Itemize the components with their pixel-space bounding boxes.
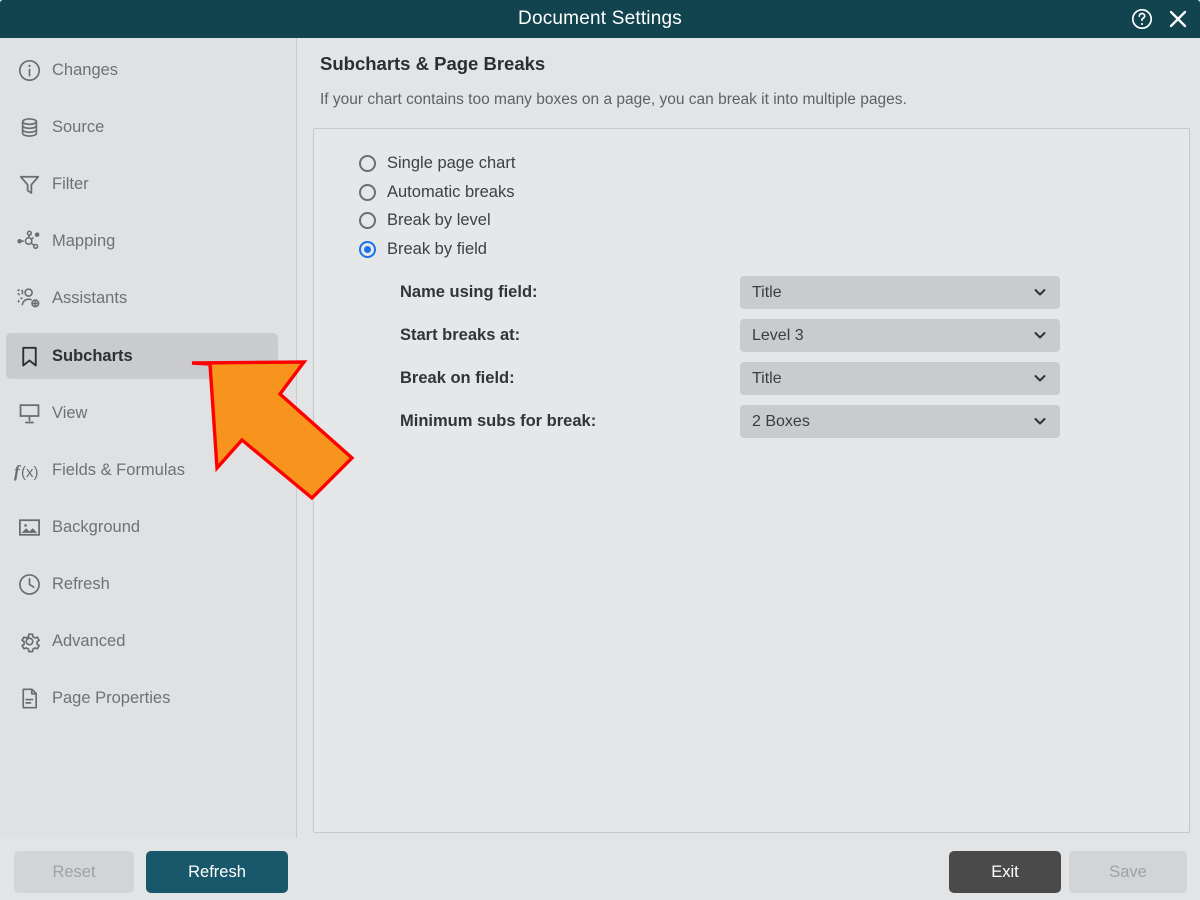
section-heading: Subcharts & Page Breaks xyxy=(320,53,546,74)
dropdown-value: Title xyxy=(752,283,782,301)
sidebar-item-filter[interactable]: Filter xyxy=(6,161,278,207)
radio-single-page-chart[interactable]: Single page chart xyxy=(359,154,515,173)
bookmark-icon xyxy=(6,344,52,369)
field-label: Name using field: xyxy=(400,283,538,301)
start-breaks-at-dropdown[interactable]: Level 3 xyxy=(740,319,1060,352)
radio-automatic-breaks[interactable]: Automatic breaks xyxy=(359,183,514,202)
sidebar-item-refresh[interactable]: Refresh xyxy=(6,561,278,607)
radio-circle-icon xyxy=(359,155,376,172)
chevron-down-icon xyxy=(1033,328,1047,342)
title-bar: Document Settings xyxy=(0,0,1200,38)
dropdown-value: Title xyxy=(752,369,782,387)
clock-icon xyxy=(6,572,52,597)
name-using-field-dropdown[interactable]: Title xyxy=(740,276,1060,309)
database-icon xyxy=(6,115,52,140)
main-content: Subcharts & Page Breaks If your chart co… xyxy=(298,38,1200,838)
close-icon[interactable] xyxy=(1166,7,1190,31)
sidebar-item-label: Source xyxy=(52,117,105,136)
help-circle-icon[interactable] xyxy=(1130,7,1154,31)
radio-label: Single page chart xyxy=(387,154,516,172)
sidebar-item-label: Page Properties xyxy=(52,688,171,707)
sidebar-item-changes[interactable]: Changes xyxy=(6,47,278,93)
title-bar-actions xyxy=(1130,0,1190,38)
sidebar: Changes Source Filter Mapping Assistants… xyxy=(0,38,297,838)
radio-label: Automatic breaks xyxy=(387,183,515,201)
field-row-name-using-field: Name using field: Title xyxy=(314,276,1191,310)
chevron-down-icon xyxy=(1033,371,1047,385)
sidebar-item-label: Fields & Formulas xyxy=(52,460,185,479)
info-circle-icon xyxy=(6,58,52,83)
radio-label: Break by level xyxy=(387,211,491,229)
field-row-break-on-field: Break on field: Title xyxy=(314,362,1191,396)
break-on-field-dropdown[interactable]: Title xyxy=(740,362,1060,395)
document-icon xyxy=(6,686,52,711)
radio-break-by-level[interactable]: Break by level xyxy=(359,211,491,230)
field-row-start-breaks-at: Start breaks at: Level 3 xyxy=(314,319,1191,353)
dropdown-value: 2 Boxes xyxy=(752,412,810,430)
gear-icon xyxy=(6,629,52,654)
users-add-icon xyxy=(6,285,52,311)
section-subtitle: If your chart contains too many boxes on… xyxy=(320,91,907,108)
sidebar-item-mapping[interactable]: Mapping xyxy=(6,218,278,264)
radio-circle-icon xyxy=(359,212,376,229)
radio-circle-selected-icon xyxy=(359,241,376,258)
sidebar-item-label: Mapping xyxy=(52,231,116,250)
sidebar-item-assistants[interactable]: Assistants xyxy=(6,275,278,321)
exit-button[interactable]: Exit xyxy=(949,851,1061,893)
sidebar-item-advanced[interactable]: Advanced xyxy=(6,618,278,664)
sidebar-item-label: Advanced xyxy=(52,631,126,650)
radio-circle-icon xyxy=(359,184,376,201)
presentation-icon xyxy=(6,401,52,426)
sidebar-item-source[interactable]: Source xyxy=(6,104,278,150)
chevron-down-icon xyxy=(1033,414,1047,428)
sidebar-item-label: Refresh xyxy=(52,574,110,593)
field-label: Start breaks at: xyxy=(400,326,521,344)
sidebar-item-label: Background xyxy=(52,517,141,536)
footer-bar: Reset Refresh Exit Save xyxy=(0,838,1200,900)
chevron-down-icon xyxy=(1033,285,1047,299)
field-label: Break on field: xyxy=(400,369,515,387)
sidebar-item-label: Assistants xyxy=(52,288,128,307)
sidebar-item-view[interactable]: View xyxy=(6,390,278,436)
sidebar-item-background[interactable]: Background xyxy=(6,504,278,550)
field-label: Minimum subs for break: xyxy=(400,412,597,430)
node-network-icon xyxy=(6,228,52,254)
reset-button[interactable]: Reset xyxy=(14,851,134,893)
refresh-button[interactable]: Refresh xyxy=(146,851,288,893)
sidebar-item-fields-formulas[interactable]: f (x) Fields & Formulas xyxy=(6,447,278,493)
sidebar-item-page-properties[interactable]: Page Properties xyxy=(6,675,278,721)
sidebar-item-label: Filter xyxy=(52,174,89,193)
dropdown-value: Level 3 xyxy=(752,326,804,344)
field-row-minimum-subs-for-break: Minimum subs for break: 2 Boxes xyxy=(314,405,1191,439)
function-fx-icon: f (x) xyxy=(6,458,52,483)
page-title: Document Settings xyxy=(518,8,682,29)
settings-panel: Single page chart Automatic breaks Break… xyxy=(313,128,1190,833)
image-icon xyxy=(6,515,52,540)
sidebar-item-label: View xyxy=(52,403,88,422)
document-settings-dialog: Document Settings Changes Source Filter … xyxy=(0,0,1200,900)
svg-text:(x): (x) xyxy=(21,464,39,481)
minimum-subs-for-break-dropdown[interactable]: 2 Boxes xyxy=(740,405,1060,438)
radio-break-by-field[interactable]: Break by field xyxy=(359,240,487,259)
radio-label: Break by field xyxy=(387,240,487,258)
funnel-icon xyxy=(6,172,52,197)
save-button[interactable]: Save xyxy=(1069,851,1187,893)
sidebar-item-subcharts[interactable]: Subcharts xyxy=(6,333,278,379)
sidebar-item-label: Changes xyxy=(52,60,119,79)
sidebar-item-label: Subcharts xyxy=(52,346,133,365)
